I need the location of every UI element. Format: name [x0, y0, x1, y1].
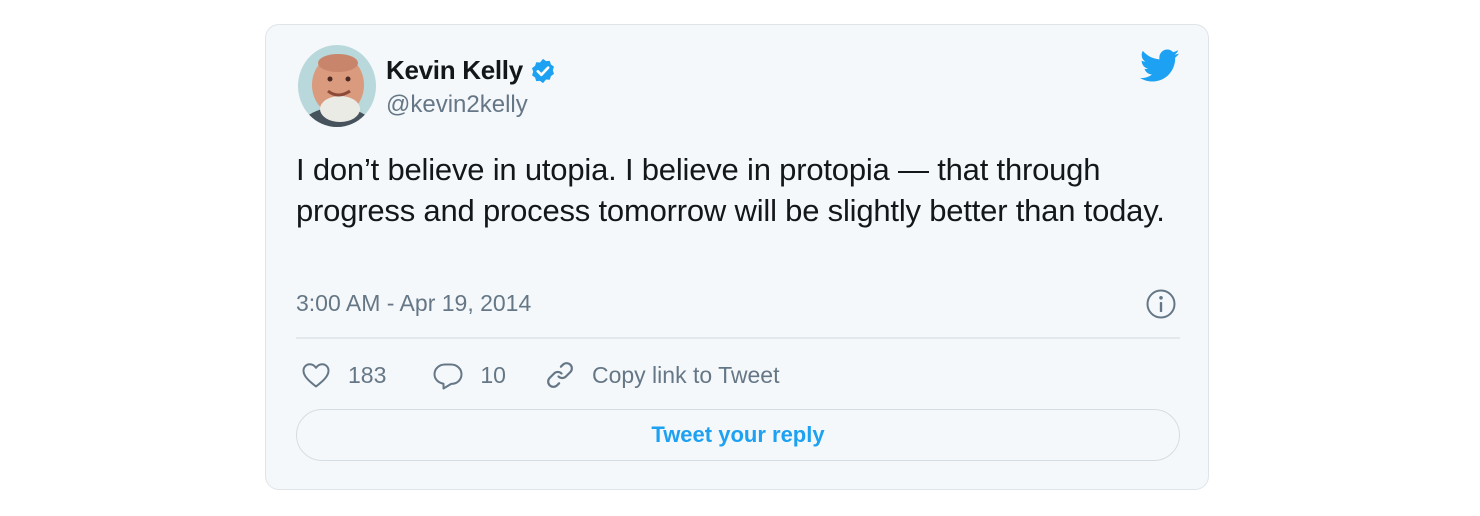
copy-link-button[interactable]: Copy link to Tweet: [544, 359, 780, 391]
reply-count: 10: [480, 361, 506, 388]
like-count: 183: [348, 361, 387, 388]
avatar[interactable]: [298, 45, 376, 127]
tweet-your-reply-button[interactable]: Tweet your reply: [296, 409, 1180, 461]
reply-button[interactable]: 10: [432, 359, 506, 391]
tweet-timestamp[interactable]: 3:00 AM - Apr 19, 2014: [296, 290, 531, 317]
info-icon[interactable]: [1145, 288, 1177, 320]
like-button[interactable]: 183: [300, 359, 386, 391]
author-handle[interactable]: @kevin2kelly: [386, 91, 528, 119]
twitter-bird-icon[interactable]: [1140, 49, 1180, 83]
speech-bubble-icon: [433, 363, 463, 390]
author-name[interactable]: Kevin Kelly: [386, 55, 523, 86]
author-name-row: Kevin Kelly: [386, 55, 557, 86]
tweet-text: I don’t believe in utopia. I believe in …: [296, 152, 1165, 228]
avatar-photo: [298, 45, 376, 127]
verified-badge-icon: [531, 58, 554, 83]
heart-icon: [302, 363, 330, 388]
divider: [296, 337, 1180, 339]
copy-link-label: Copy link to Tweet: [591, 361, 780, 388]
tweet-actions: 183 10 Copy link to Tweet: [300, 357, 779, 393]
link-icon: [547, 362, 573, 388]
tweet-card: Kevin Kelly @kevin2kelly I don’t believe…: [265, 24, 1209, 490]
